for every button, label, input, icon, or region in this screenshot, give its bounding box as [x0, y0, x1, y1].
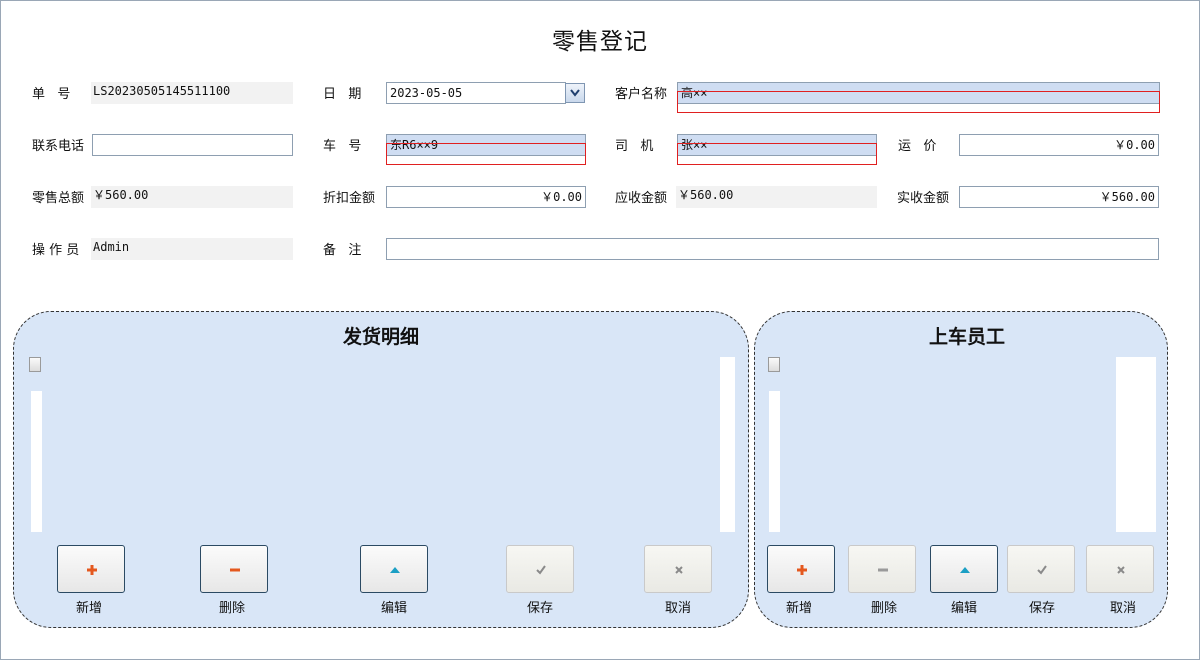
remark-input[interactable] — [386, 238, 1159, 260]
date-dropdown-button[interactable] — [565, 83, 585, 103]
staff-delete-button[interactable] — [848, 545, 916, 593]
order-no-value: LS20230505145511100 — [91, 82, 293, 104]
date-input[interactable]: 2023-05-05 — [386, 82, 566, 104]
vertical-scrollbar[interactable] — [720, 357, 735, 532]
minus-icon — [230, 568, 240, 572]
freight-label: 运 价 — [898, 139, 937, 154]
retail-total-label: 零售总额 — [32, 191, 85, 206]
delivery-cancel-button[interactable] — [644, 545, 712, 593]
receivable-value: ￥560.00 — [676, 186, 877, 208]
redaction-box — [677, 91, 1160, 113]
close-icon — [675, 566, 683, 574]
discount-label: 折扣金额 — [323, 191, 376, 206]
check-icon — [536, 565, 546, 575]
date-label: 日 期 — [323, 87, 362, 102]
staff-edit-button[interactable] — [930, 545, 998, 593]
staff-cancel-button[interactable] — [1086, 545, 1154, 593]
delivery-edit-button[interactable] — [360, 545, 428, 593]
customer-label: 客户名称 — [615, 87, 668, 102]
delivery-save-button[interactable] — [506, 545, 574, 593]
page-title: 零售登记 — [552, 29, 648, 55]
staff-delete-label: 删除 — [870, 601, 897, 616]
chevron-down-icon — [570, 89, 580, 97]
edit-icon — [390, 567, 400, 573]
order-no-label: 单 号 — [32, 87, 71, 102]
edit-icon — [960, 567, 970, 573]
staff-edit-label: 编辑 — [950, 601, 977, 616]
phone-input[interactable] — [92, 134, 293, 156]
row-selector-strip — [769, 391, 780, 532]
plus-icon — [797, 565, 807, 575]
delivery-add-label: 新增 — [75, 601, 102, 616]
remark-label: 备 注 — [323, 243, 362, 258]
staff-add-button[interactable] — [767, 545, 835, 593]
row-selector-strip — [31, 391, 42, 532]
delivery-delete-label: 删除 — [218, 601, 245, 616]
select-all-checkbox[interactable] — [768, 357, 780, 372]
discount-input[interactable]: ￥0.00 — [386, 186, 586, 208]
minus-icon — [878, 568, 888, 572]
redaction-box — [386, 143, 586, 165]
staff-cancel-label: 取消 — [1109, 601, 1136, 616]
plate-label: 车 号 — [323, 139, 362, 154]
operator-label: 操 作 员 — [32, 243, 80, 258]
operator-value: Admin — [91, 238, 293, 260]
select-all-checkbox[interactable] — [29, 357, 41, 372]
vertical-scrollbar[interactable] — [1116, 357, 1156, 532]
delivery-save-label: 保存 — [526, 601, 553, 616]
received-label: 实收金额 — [897, 191, 950, 206]
staff-add-label: 新增 — [785, 601, 812, 616]
retail-total-value: ￥560.00 — [91, 186, 293, 208]
delivery-add-button[interactable] — [57, 545, 125, 593]
receivable-label: 应收金额 — [615, 191, 668, 206]
plus-icon — [87, 565, 97, 575]
staff-save-label: 保存 — [1028, 601, 1055, 616]
delivery-cancel-label: 取消 — [664, 601, 691, 616]
staff-save-button[interactable] — [1007, 545, 1075, 593]
freight-input[interactable]: ￥0.00 — [959, 134, 1159, 156]
driver-label: 司 机 — [615, 139, 654, 154]
phone-label: 联系电话 — [32, 139, 85, 154]
staff-panel-title: 上车员工 — [928, 326, 1005, 348]
close-icon — [1117, 566, 1125, 574]
delivery-delete-button[interactable] — [200, 545, 268, 593]
check-icon — [1037, 565, 1047, 575]
received-input[interactable]: ￥560.00 — [959, 186, 1159, 208]
delivery-edit-label: 编辑 — [380, 601, 407, 616]
delivery-details-title: 发货明细 — [342, 326, 419, 348]
redaction-box — [677, 143, 877, 165]
